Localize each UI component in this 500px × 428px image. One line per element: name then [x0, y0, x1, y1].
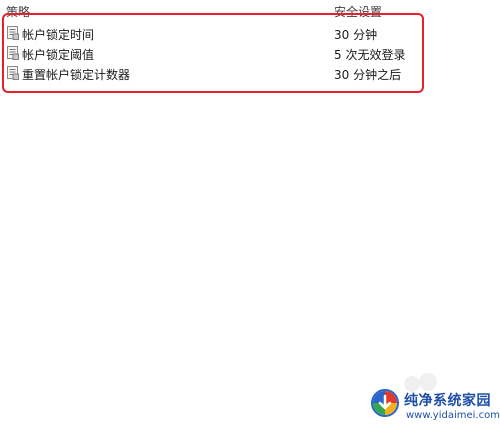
list-header: 策略 ^ 安全设置 [0, 0, 430, 22]
watermark-title: 纯净系统家园 [404, 393, 491, 409]
table-row[interactable]: 帐户锁定阈值 5 次无效登录 [0, 44, 430, 63]
policy-name: 帐户锁定时间 [22, 28, 95, 42]
brand-logo-icon [371, 389, 399, 417]
column-header-setting[interactable]: 安全设置 [334, 3, 382, 20]
policy-document-icon [7, 46, 19, 60]
policy-document-icon [7, 66, 19, 80]
policy-document-icon [7, 26, 19, 40]
policy-value: 5 次无效登录 [334, 48, 406, 62]
policy-name: 帐户锁定阈值 [22, 48, 95, 62]
site-watermark: 纯净系统家园 www.yidaimei.com [366, 386, 500, 428]
column-header-policy[interactable]: 策略 [6, 3, 30, 20]
table-row[interactable]: 重置帐户锁定计数器 30 分钟之后 [0, 64, 430, 83]
table-row[interactable]: 帐户锁定时间 30 分钟 [0, 24, 430, 43]
policy-value: 30 分钟之后 [334, 68, 402, 82]
watermark-url: www.yidaimei.com [406, 410, 500, 421]
sort-up-icon: ^ [159, 0, 166, 5]
policy-value: 30 分钟 [334, 28, 378, 42]
policy-name: 重置帐户锁定计数器 [22, 68, 131, 82]
policy-list-window: 策略 ^ 安全设置 帐户锁定时间 30 分钟 帐户锁定阈值 5 次无效登录 重置… [0, 0, 500, 428]
